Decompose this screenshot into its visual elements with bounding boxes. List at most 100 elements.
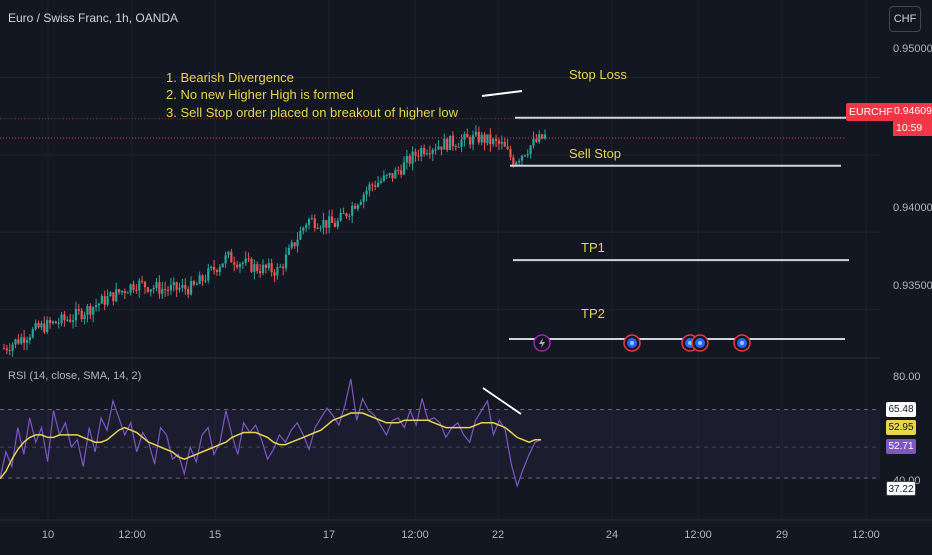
candle-body [264, 264, 267, 268]
candle-body [2, 348, 6, 350]
candle-body [518, 160, 521, 163]
candle-body [365, 190, 368, 195]
candle-body [37, 322, 40, 328]
note-2: 2. No new Higher High is formed [166, 87, 354, 102]
candle-body [302, 227, 305, 231]
time-label: 22 [492, 529, 504, 541]
candle-body [489, 134, 492, 145]
candle-body [230, 251, 233, 263]
time-label: 24 [606, 529, 618, 541]
candle-body [34, 322, 37, 330]
candle-body [351, 205, 354, 216]
candle-body [342, 213, 345, 215]
candle-body [132, 284, 135, 290]
earnings-icon-dot [740, 341, 744, 345]
earnings-icon-dot [698, 341, 702, 345]
candle-body [118, 289, 121, 293]
candle-body [143, 281, 147, 288]
symbol-badge: EURCHF [846, 103, 896, 121]
candle-body [40, 323, 43, 328]
candle-body [345, 213, 348, 217]
candle-body [247, 258, 250, 260]
candle-body [181, 285, 184, 288]
candle-body [437, 146, 440, 150]
candle-body [431, 149, 434, 154]
rsi-title[interactable]: RSI (14, close, SMA, 14, 2) [8, 370, 141, 382]
candle-body [224, 255, 227, 264]
candle-body [14, 339, 17, 345]
candle-body [235, 264, 239, 268]
candle-body [423, 148, 426, 154]
candle-body [408, 156, 411, 164]
candle-body [290, 242, 293, 248]
candle-body [284, 254, 288, 269]
candle-body [43, 323, 46, 333]
candle-body [466, 133, 469, 138]
candle-body [169, 285, 173, 291]
candle-body [492, 138, 495, 145]
earnings-icon[interactable] [691, 334, 709, 352]
candle-body [135, 289, 138, 291]
candle-body [212, 266, 216, 271]
sell-stop-label: Sell Stop [569, 146, 621, 161]
candle-body [201, 275, 204, 281]
candle-body [158, 282, 161, 294]
candle-body [310, 218, 314, 220]
candle-body [411, 151, 414, 164]
chart-canvas[interactable]: 1. Bearish Divergence 2. No new Higher H… [0, 0, 932, 550]
candle-body [420, 148, 423, 157]
candle-body [69, 319, 72, 322]
candle-body [8, 350, 11, 352]
candle-body [178, 287, 181, 290]
candle-body [89, 306, 92, 315]
candle-body [477, 131, 480, 143]
candle-body [123, 290, 126, 293]
candle-body [391, 173, 394, 179]
candle-body [509, 149, 512, 158]
candle-body [152, 288, 155, 290]
lightning-icon[interactable] [533, 334, 551, 352]
candle-body [486, 134, 489, 144]
chart-stage[interactable]: 1. Bearish Divergence 2. No new Higher H… [0, 0, 932, 550]
candle-body [460, 139, 463, 147]
time-label: 17 [323, 529, 335, 541]
candle-body [503, 142, 506, 147]
earnings-icon[interactable] [623, 334, 641, 352]
candle-body [221, 263, 224, 268]
candle-body [250, 258, 253, 272]
candle-body [109, 292, 112, 297]
candle-body [457, 146, 460, 148]
candle-body [529, 145, 532, 154]
candle-body [494, 138, 498, 141]
candle-body [126, 292, 129, 294]
candle-body [313, 218, 316, 229]
candle-body [440, 146, 443, 150]
last-price-tag: EURCHF 0.94609 10:59 [846, 103, 932, 137]
candle-body [273, 272, 276, 276]
candle-body [483, 134, 486, 144]
candle-body [362, 194, 365, 202]
event-icons [533, 334, 751, 352]
candle-body [164, 289, 167, 291]
time-axis: 10 12:00 15 17 12:00 22 24 12:00 29 12:0… [42, 529, 880, 541]
candle-body [333, 222, 337, 227]
candle-body [166, 290, 170, 292]
candle-body [192, 281, 196, 285]
candle-body [20, 337, 23, 344]
candle-body [330, 216, 334, 223]
candle-body [77, 309, 80, 311]
earnings-icon[interactable] [733, 334, 751, 352]
candle-body [172, 282, 175, 286]
bar-countdown: 10:59 [893, 120, 932, 136]
candle-body [339, 213, 342, 221]
candle-body [287, 247, 290, 255]
candle-body [149, 289, 152, 292]
currency-button[interactable]: CHF [889, 6, 921, 32]
candle-body [66, 319, 69, 321]
candle-body [259, 271, 262, 274]
candle-body [454, 145, 457, 147]
candle-body [506, 146, 509, 150]
candle-body [296, 239, 299, 247]
candle-body [316, 228, 319, 230]
candle-body [207, 268, 210, 281]
